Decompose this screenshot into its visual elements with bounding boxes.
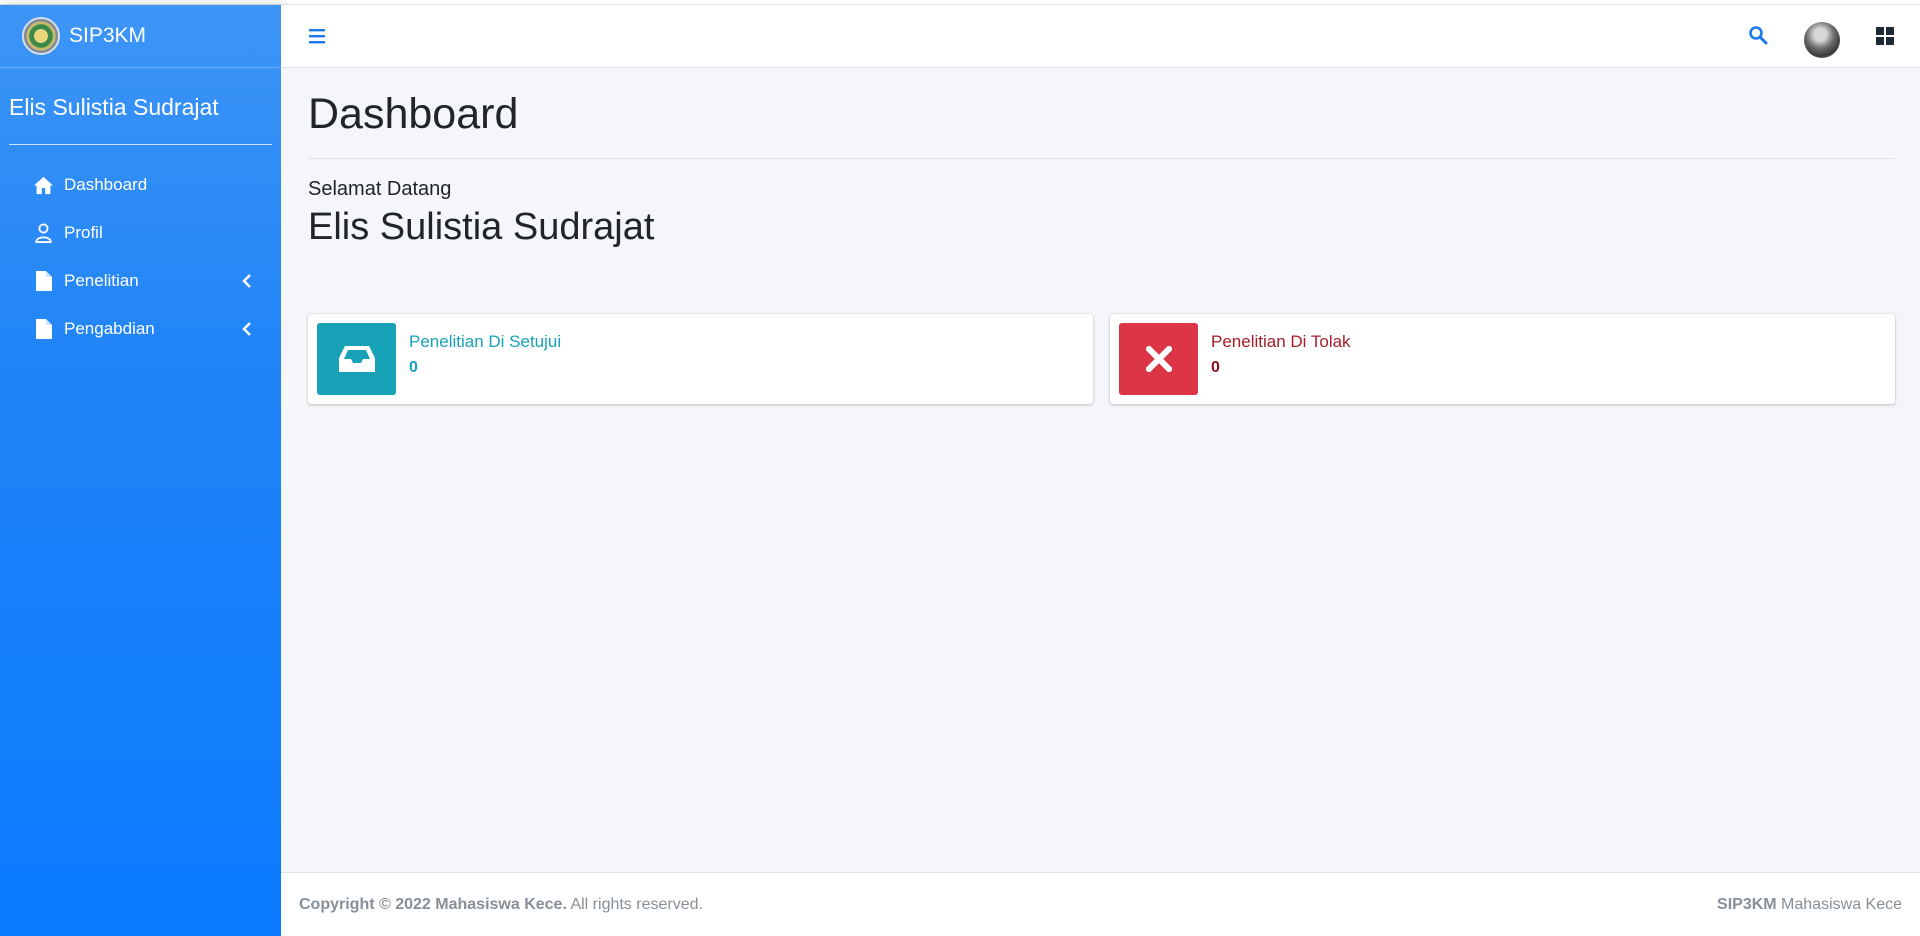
- sidebar: SIP3KM Elis Sulistia Sudrajat Dashboard …: [0, 5, 281, 936]
- info-box-approved: Penelitian Di Setujui 0: [308, 314, 1093, 404]
- grid-icon[interactable]: [1876, 27, 1894, 45]
- chevron-left-icon[interactable]: [239, 321, 255, 337]
- brand-name: SIP3KM: [69, 24, 147, 47]
- avatar[interactable]: [1804, 22, 1840, 58]
- footer: Copyright © 2022 Mahasiswa Kece. All rig…: [281, 872, 1920, 936]
- footer-app-bold: SIP3KM: [1717, 896, 1777, 913]
- footer-app-rest: Mahasiswa Kece: [1776, 896, 1902, 913]
- welcome-label: Selamat Datang: [308, 178, 452, 200]
- inbox-icon: [317, 323, 396, 395]
- footer-copyright-bold: Copyright © 2022 Mahasiswa Kece.: [299, 896, 567, 913]
- welcome-name: Elis Sulistia Sudrajat: [308, 206, 655, 248]
- sidebar-item-dashboard[interactable]: Dashboard: [0, 161, 281, 209]
- info-box-label: Penelitian Di Tolak: [1211, 332, 1351, 351]
- home-icon: [33, 175, 54, 196]
- search-icon[interactable]: [1748, 25, 1770, 47]
- info-box-rejected: Penelitian Di Tolak 0: [1110, 314, 1895, 404]
- info-box-label: Penelitian Di Setujui: [409, 332, 562, 351]
- page-title: Dashboard: [308, 90, 519, 138]
- brand-link[interactable]: SIP3KM: [0, 5, 281, 68]
- sidebar-item-label: Profil: [64, 223, 103, 242]
- file-icon: [33, 271, 54, 292]
- sidebar-nav: Dashboard Profil Penelitian Pengabdian: [0, 145, 281, 353]
- sidebar-item-pengabdian[interactable]: Pengabdian: [0, 305, 281, 353]
- hamburger-icon[interactable]: [308, 27, 326, 45]
- footer-copyright-rest: All rights reserved.: [566, 896, 703, 913]
- divider: [308, 158, 1895, 159]
- info-box-value: 0: [1211, 359, 1220, 376]
- user-icon: [33, 223, 54, 244]
- file-icon: [33, 319, 54, 340]
- footer-app-name: SIP3KM Mahasiswa Kece: [1717, 896, 1902, 914]
- sidebar-user-name[interactable]: Elis Sulistia Sudrajat: [9, 94, 272, 145]
- footer-copyright: Copyright © 2022 Mahasiswa Kece. All rig…: [299, 896, 703, 914]
- user-panel: Elis Sulistia Sudrajat: [0, 68, 281, 145]
- info-box-value: 0: [409, 359, 418, 376]
- main-content: Dashboard Selamat Datang Elis Sulistia S…: [281, 68, 1920, 872]
- sidebar-item-profil[interactable]: Profil: [0, 209, 281, 257]
- chevron-left-icon[interactable]: [239, 273, 255, 289]
- sidebar-item-penelitian[interactable]: Penelitian: [0, 257, 281, 305]
- top-navbar: [281, 5, 1920, 68]
- sidebar-item-label: Dashboard: [64, 175, 148, 194]
- sidebar-item-label: Penelitian: [64, 271, 139, 290]
- university-seal-logo: [22, 17, 60, 55]
- sidebar-item-label: Pengabdian: [64, 319, 155, 338]
- times-icon: [1119, 323, 1198, 395]
